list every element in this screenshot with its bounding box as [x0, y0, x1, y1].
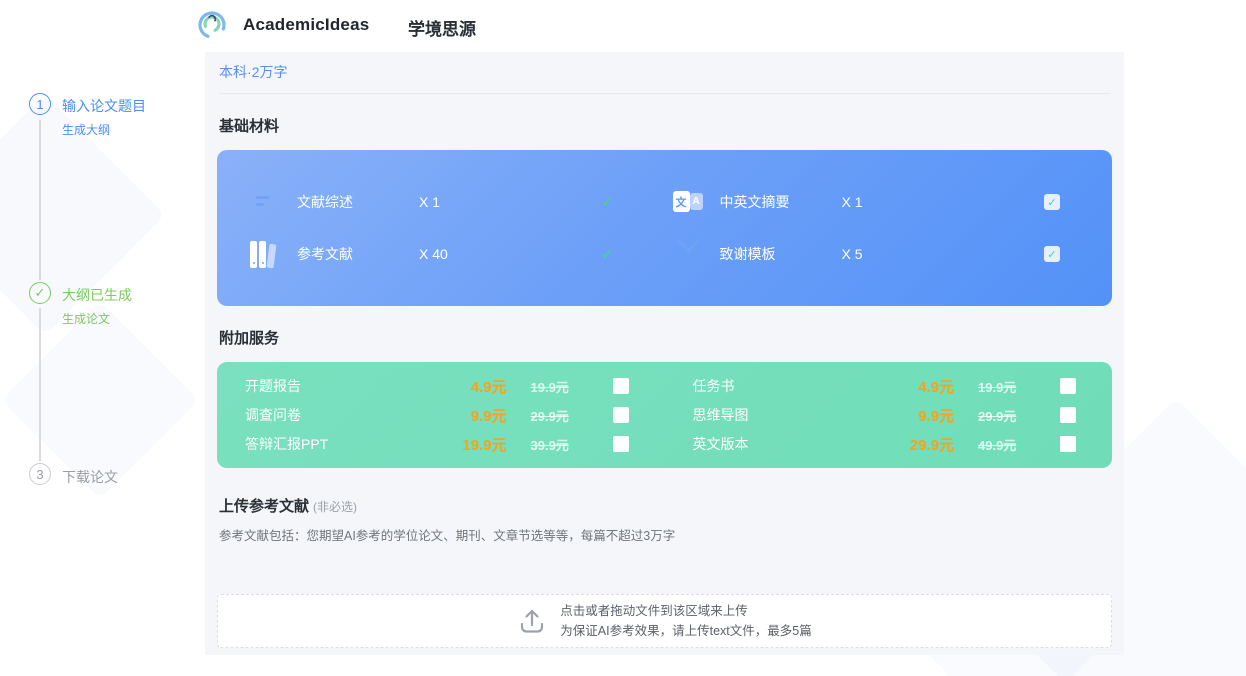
brand-name-en: AcademicIdeas: [243, 15, 370, 34]
upload-icon: [521, 609, 544, 633]
basic-item-label: 参考文献: [297, 246, 353, 262]
addon-label: 开题报告: [245, 378, 301, 394]
addon-item-survey: 调查问卷 9.9元 29.9元: [217, 404, 665, 426]
step1-sublabel: 生成大纲: [62, 123, 111, 137]
step1-circle: 1: [29, 93, 51, 115]
file-dropzone[interactable]: 点击或者拖动文件到该区域来上传 为保证AI参考效果，请上传text文件，最多5篇: [217, 594, 1112, 648]
addon-label: 英文版本: [692, 436, 749, 452]
step3-circle: 3: [29, 463, 51, 485]
addon-price: 19.9元: [462, 436, 507, 454]
addon-item-english-version: 英文版本 29.9元 49.9元: [665, 433, 1113, 455]
basic-item-literature-review: 文献综述 X 1 ✓: [217, 186, 665, 218]
step2-check-icon: ✓: [34, 285, 46, 300]
step1-label: 输入论文题目: [62, 98, 146, 114]
step3-label: 下载论文: [62, 469, 118, 485]
paper-spec-label: 本科·2万字: [219, 64, 288, 80]
step-connector-line: [39, 120, 41, 280]
basic-item-count: X 40: [419, 246, 448, 262]
checkbox-check-icon[interactable]: ✓: [1044, 246, 1060, 262]
addon-price: 9.9元: [918, 407, 954, 425]
addon-old-price: 29.9元: [530, 408, 569, 424]
addon-label: 思维导图: [692, 407, 749, 423]
dropzone-line2: 为保证AI参考效果，请上传text文件，最多5篇: [560, 624, 812, 638]
addon-item-mindmap: 思维导图 9.9元 29.9元: [665, 404, 1113, 426]
addon-proposal-checkbox[interactable]: [612, 378, 629, 394]
addon-price: 4.9元: [470, 378, 507, 396]
addon-old-price: 49.9元: [978, 437, 1017, 453]
basic-item-count: X 5: [841, 246, 863, 262]
page: AcademicIdeas 学境思源 1 输入论文题目 生成大纲 ✓ 大纲已生成…: [0, 0, 1246, 676]
basic-item-abstract: 文A 中英文摘要 X 1 ✓: [665, 186, 1113, 218]
abstract-checkbox[interactable]: ✓: [1044, 194, 1066, 210]
addon-mindmap-checkbox[interactable]: [1060, 407, 1076, 423]
books-icon: [250, 238, 282, 270]
addon-price: 4.9元: [918, 378, 954, 396]
basic-materials-title: 基础材料: [219, 118, 280, 135]
document-icon: [250, 186, 282, 218]
basic-item-label: 中英文摘要: [719, 194, 790, 210]
dropzone-text: 点击或者拖动文件到该区域来上传 为保证AI参考效果，请上传text文件，最多5篇: [560, 601, 811, 641]
step3-number: 3: [36, 466, 44, 482]
basic-materials-card: 文献综述 X 1 ✓ 文A 中英文摘要 X 1 ✓ 参考文献 X 40 ✓ 致谢…: [217, 150, 1112, 306]
upload-title-note: (非必选): [313, 500, 358, 514]
step2-circle: ✓: [29, 282, 51, 304]
basic-item-label: 致谢模板: [719, 246, 776, 262]
acknowledgement-checkbox[interactable]: ✓: [1044, 246, 1066, 262]
addon-services-card: 开题报告 4.9元 19.9元 任务书 4.9元 19.9元 调查问卷 9.9元…: [217, 362, 1112, 468]
included-check-icon: ✓: [601, 246, 614, 263]
addon-old-price: 29.9元: [978, 408, 1017, 424]
addon-services-title: 附加服务: [219, 330, 280, 347]
upload-description: 参考文献包括：您期望AI参考的学位论文、期刊、文章节选等等，每篇不超过3万字: [219, 529, 676, 543]
addon-price: 29.9元: [909, 436, 954, 454]
included-check-icon: ✓: [601, 194, 614, 211]
addon-old-price: 39.9元: [530, 437, 569, 453]
checkbox-check-icon[interactable]: ✓: [1044, 194, 1060, 210]
step2-label: 大纲已生成: [62, 287, 132, 303]
steps-sidebar: 1 输入论文题目 生成大纲 ✓ 大纲已生成 生成论文 3 下载论文: [0, 52, 205, 676]
envelope-icon: [673, 238, 705, 270]
step-connector-line: [39, 308, 41, 461]
divider: [219, 93, 1110, 94]
addon-old-price: 19.9元: [978, 379, 1017, 395]
basic-item-label: 文献综述: [297, 194, 353, 210]
addon-english-version-checkbox[interactable]: [1060, 436, 1076, 452]
basic-item-acknowledgement: 致谢模板 X 5 ✓: [665, 238, 1113, 270]
step1-number: 1: [36, 96, 44, 112]
addon-label: 任务书: [692, 378, 735, 394]
addon-item-defense-ppt: 答辩汇报PPT 19.9元 39.9元: [217, 433, 665, 455]
upload-section-title: 上传参考文献 (非必选): [219, 495, 1110, 516]
brand-name-cn: 学境思源: [408, 20, 476, 39]
dropzone-line1: 点击或者拖动文件到该区域来上传: [560, 604, 748, 618]
basic-item-references: 参考文献 X 40 ✓: [217, 238, 665, 270]
addon-label: 答辩汇报PPT: [245, 436, 329, 452]
app-header: AcademicIdeas 学境思源: [0, 0, 1246, 52]
addon-task-book-checkbox[interactable]: [1060, 378, 1076, 394]
step2-sublabel: 生成论文: [62, 312, 111, 326]
addon-item-proposal: 开题报告 4.9元 19.9元: [217, 375, 665, 397]
addon-survey-checkbox[interactable]: [612, 407, 629, 423]
addon-price: 9.9元: [470, 407, 507, 425]
brand-logo-icon: [198, 11, 226, 39]
addon-old-price: 19.9元: [530, 379, 569, 395]
addon-defense-ppt-checkbox[interactable]: [612, 436, 629, 452]
addon-item-task-book: 任务书 4.9元 19.9元: [665, 375, 1113, 397]
translate-icon: 文A: [672, 187, 705, 217]
basic-item-count: X 1: [419, 194, 441, 210]
upload-title-text: 上传参考文献: [219, 498, 310, 515]
basic-item-count: X 1: [841, 194, 863, 210]
main-panel: 本科·2万字 基础材料 文献综述 X 1 ✓ 文A 中英文摘要 X 1 ✓ 参考…: [205, 52, 1124, 655]
addon-label: 调查问卷: [245, 407, 301, 423]
